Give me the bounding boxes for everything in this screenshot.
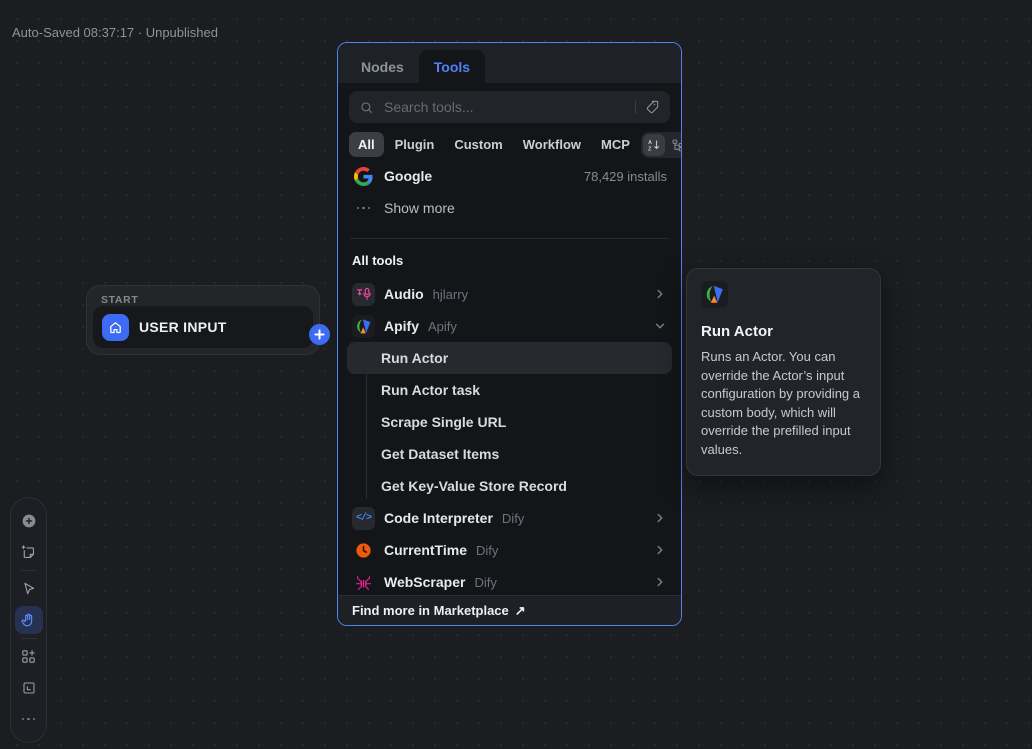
pointer-mode-button[interactable] [15, 575, 43, 603]
search-bar[interactable] [349, 91, 670, 123]
user-input-title: USER INPUT [139, 319, 227, 335]
autosave-status: Auto-Saved 08:37:17 · Unpublished [12, 25, 218, 40]
tool-name: Code Interpreter [384, 510, 493, 526]
start-node-badge: START [87, 286, 319, 306]
clock-icon [352, 539, 375, 562]
svg-text:Z: Z [648, 146, 652, 152]
tool-name: Audio [384, 286, 424, 302]
view-toggle: AZ [641, 132, 682, 158]
tool-name: Google [384, 168, 432, 184]
apify-tool-get-dataset-items[interactable]: Get Dataset Items [347, 438, 672, 470]
apify-icon [352, 315, 375, 338]
chevron-down-icon [653, 319, 667, 333]
tool-author: Apify [428, 319, 457, 334]
filter-all[interactable]: All [349, 132, 384, 157]
tab-tools[interactable]: Tools [419, 50, 485, 83]
sort-alpha-icon: AZ [647, 138, 661, 152]
sort-alpha-button[interactable]: AZ [643, 134, 665, 156]
tool-author: hjlarry [433, 287, 468, 302]
apify-tool-run-actor-task[interactable]: Run Actor task [347, 374, 672, 406]
user-input-card[interactable]: USER INPUT [93, 306, 313, 348]
more-options-button[interactable] [15, 705, 43, 733]
show-more-label: Show more [384, 200, 455, 216]
ellipsis-icon [22, 718, 36, 721]
note-plus-icon [20, 544, 37, 561]
tool-detail-card: Run Actor Runs an Actor. You can overrid… [686, 268, 881, 476]
home-icon [102, 314, 129, 341]
tag-filter-icon[interactable] [644, 99, 660, 115]
tool-author: Dify [502, 511, 524, 526]
add-node-button[interactable] [15, 507, 43, 535]
section-title: All tools [338, 239, 681, 278]
tools-list[interactable]: Google 78,429 installs Show more All too… [338, 158, 681, 595]
add-connection-button[interactable] [309, 324, 330, 345]
filter-tabs: All Plugin Custom Workflow MCP AZ [349, 131, 670, 158]
canvas-toolbar [10, 497, 47, 743]
tool-name: WebScraper [384, 574, 465, 590]
workflow-canvas[interactable]: Auto-Saved 08:37:17 · Unpublished START … [0, 0, 1032, 749]
code-icon: </> [352, 507, 375, 530]
tool-row-currenttime[interactable]: CurrentTime Dify [338, 534, 681, 566]
tool-row-code-interpreter[interactable]: </> Code Interpreter Dify [338, 502, 681, 534]
tree-view-icon [671, 138, 682, 152]
tab-nodes[interactable]: Nodes [346, 50, 419, 83]
fit-view-button[interactable] [15, 674, 43, 702]
chevron-right-icon [653, 575, 667, 589]
chevron-right-icon [653, 543, 667, 557]
apify-tools-group: Run Actor Run Actor task Scrape Single U… [338, 342, 681, 502]
add-note-button[interactable] [15, 539, 43, 567]
toolbar-divider [21, 638, 37, 639]
apify-tool-run-actor[interactable]: Run Actor [347, 342, 672, 374]
tool-row-audio[interactable]: Audio hjlarry [338, 278, 681, 310]
organize-nodes-button[interactable] [15, 642, 43, 670]
plus-circle-icon [20, 512, 38, 530]
marketplace-link[interactable]: Find more in Marketplace ↗ [338, 595, 681, 625]
installs-count: 78,429 installs [584, 169, 667, 184]
show-more-button[interactable]: Show more [338, 192, 681, 224]
show-more-ellipsis-icon [352, 197, 375, 220]
spider-icon [352, 571, 375, 594]
filter-plugin[interactable]: Plugin [386, 132, 444, 157]
hand-icon [20, 612, 37, 629]
filter-custom[interactable]: Custom [445, 132, 511, 157]
panel-tab-bar: Nodes Tools [338, 43, 681, 83]
start-node[interactable]: START USER INPUT [86, 285, 320, 355]
tool-name: CurrentTime [384, 542, 467, 558]
node-picker-panel: Nodes Tools All Plugin Custom Workflow M… [337, 42, 682, 626]
svg-text:A: A [648, 139, 652, 145]
hand-mode-button[interactable] [15, 606, 43, 634]
apify-tool-scrape-single-url[interactable]: Scrape Single URL [347, 406, 672, 438]
toolbar-divider [21, 570, 37, 571]
search-icon [359, 100, 374, 115]
chevron-right-icon [653, 511, 667, 525]
google-icon [352, 165, 375, 188]
tool-name: Apify [384, 318, 419, 334]
tool-row-webscraper[interactable]: WebScraper Dify [338, 566, 681, 595]
cursor-icon [21, 581, 37, 597]
search-divider [635, 100, 636, 114]
tree-view-button[interactable] [667, 134, 682, 156]
filter-workflow[interactable]: Workflow [514, 132, 590, 157]
filter-mcp[interactable]: MCP [592, 132, 639, 157]
external-link-arrow-icon: ↗ [515, 603, 526, 619]
chevron-right-icon [653, 287, 667, 301]
audio-icon [352, 283, 375, 306]
apify-icon-large [701, 281, 728, 308]
frame-icon [21, 680, 37, 696]
tool-row-google[interactable]: Google 78,429 installs [338, 160, 681, 192]
marketplace-label: Find more in Marketplace [352, 603, 509, 618]
search-input[interactable] [382, 98, 627, 116]
tool-detail-title: Run Actor [701, 323, 866, 340]
tool-author: Dify [474, 575, 496, 590]
tool-detail-description: Runs an Actor. You can override the Acto… [701, 348, 866, 459]
tool-author: Dify [476, 543, 498, 558]
tool-row-apify[interactable]: Apify Apify [338, 310, 681, 342]
apify-tool-get-kv-store-record[interactable]: Get Key-Value Store Record [347, 470, 672, 502]
organize-icon [20, 648, 37, 665]
